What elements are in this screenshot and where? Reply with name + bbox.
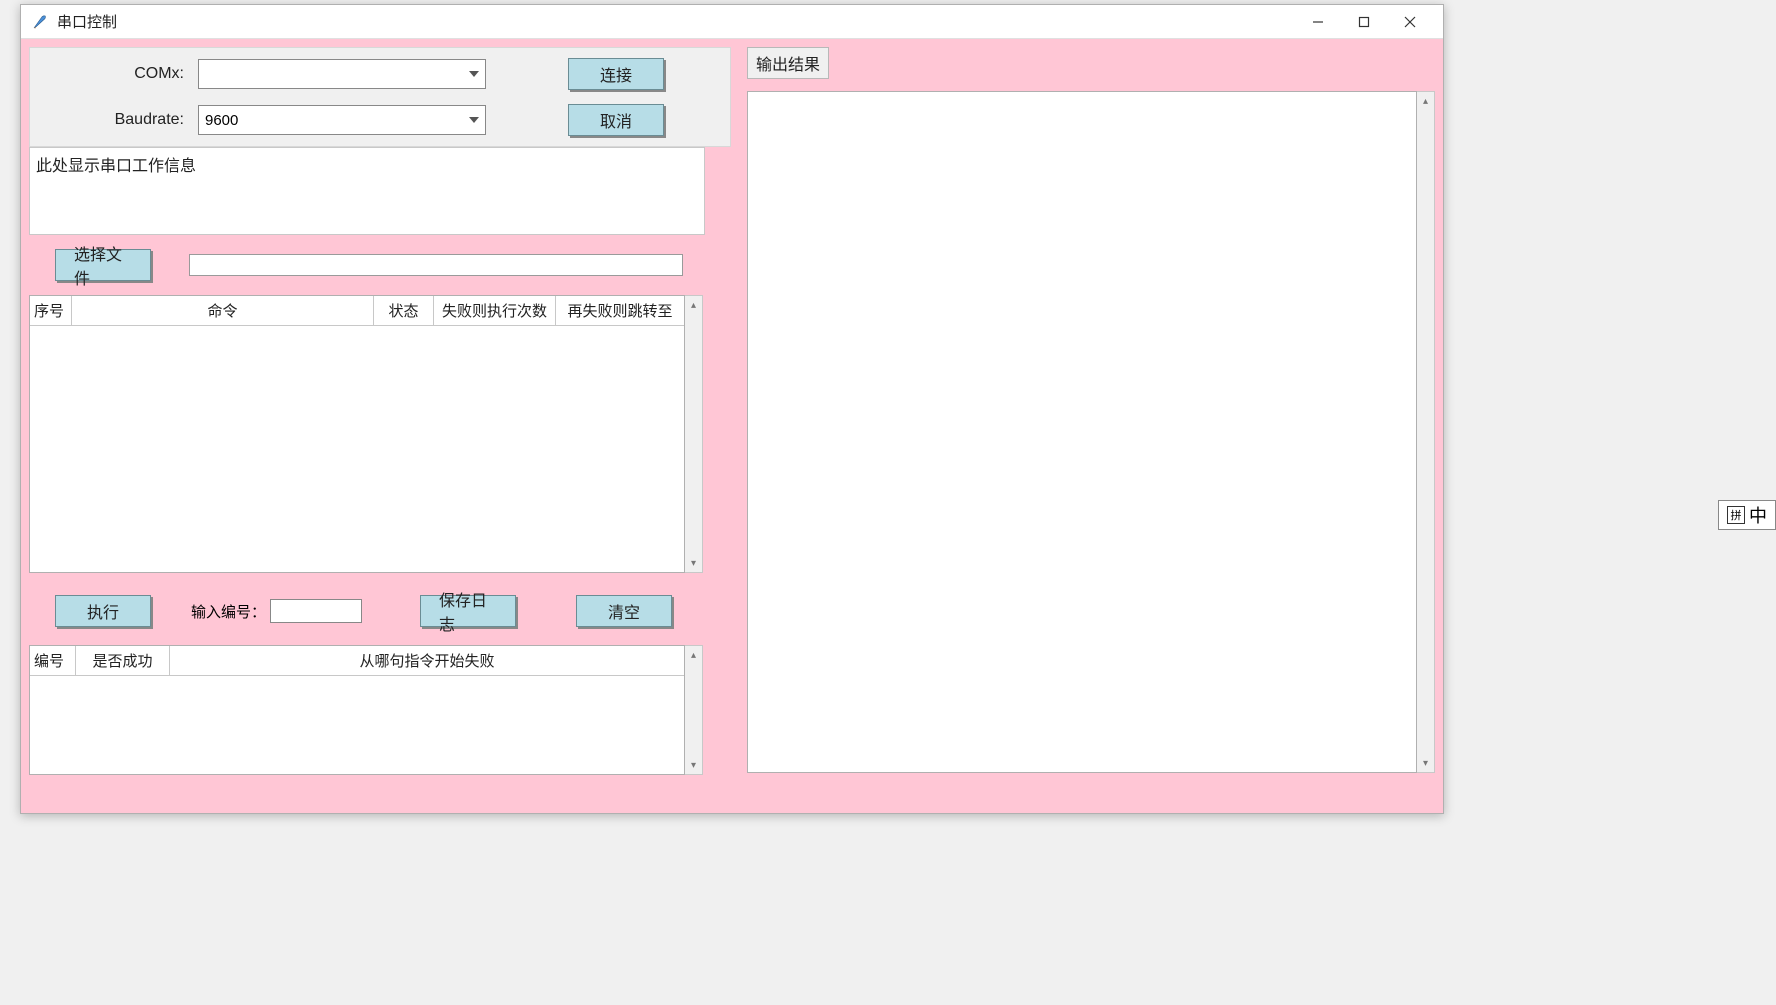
baud-label: Baudrate: (42, 111, 198, 129)
close-button[interactable] (1387, 7, 1433, 37)
ime-mode: 中 (1749, 502, 1767, 528)
th-seq[interactable]: 序号 (30, 296, 72, 325)
com-label: COMx: (42, 65, 198, 83)
save-log-button[interactable]: 保存日志 (420, 595, 516, 627)
input-num-label: 输入编号： (191, 601, 266, 622)
file-path-input[interactable] (189, 254, 683, 276)
com-combobox[interactable] (198, 59, 486, 89)
left-pane: COMx: 连接 Baudrate: 9600 (29, 47, 731, 775)
th-fail-retry[interactable]: 失败则执行次数 (434, 296, 556, 325)
baud-value: 9600 (205, 112, 238, 129)
result-table-scrollbar[interactable]: ▴ ▾ (685, 645, 703, 775)
connection-panel: COMx: 连接 Baudrate: 9600 (29, 47, 731, 147)
input-num-field[interactable] (270, 599, 362, 623)
minimize-button[interactable] (1295, 7, 1341, 37)
th-fail-from[interactable]: 从哪句指令开始失败 (170, 646, 684, 675)
result-table[interactable]: 编号 是否成功 从哪句指令开始失败 (29, 645, 685, 775)
th-success[interactable]: 是否成功 (76, 646, 170, 675)
connect-button[interactable]: 连接 (568, 58, 664, 90)
baud-combobox[interactable]: 9600 (198, 105, 486, 135)
scroll-up-icon[interactable]: ▴ (1417, 92, 1434, 110)
app-icon (31, 13, 49, 31)
scroll-up-icon[interactable]: ▴ (685, 646, 702, 664)
th-cmd[interactable]: 命令 (72, 296, 374, 325)
scroll-down-icon[interactable]: ▾ (685, 756, 702, 774)
ime-indicator[interactable]: 拼 中 (1718, 500, 1776, 530)
clear-button[interactable]: 清空 (576, 595, 672, 627)
serial-control-window: 串口控制 COMx: (20, 4, 1444, 814)
execute-button[interactable]: 执行 (55, 595, 151, 627)
th-status[interactable]: 状态 (374, 296, 434, 325)
right-pane: 输出结果 ▴ ▾ (747, 47, 1439, 773)
th-id[interactable]: 编号 (30, 646, 76, 675)
th-fail-jump[interactable]: 再失败则跳转至 (556, 296, 684, 325)
chevron-down-icon (469, 117, 479, 123)
choose-file-button[interactable]: 选择文件 (55, 249, 151, 281)
cancel-button[interactable]: 取消 (568, 104, 664, 136)
scroll-down-icon[interactable]: ▾ (685, 554, 702, 572)
command-table[interactable]: 序号 命令 状态 失败则执行次数 再失败则跳转至 (29, 295, 685, 573)
maximize-button[interactable] (1341, 7, 1387, 37)
command-table-scrollbar[interactable]: ▴ ▾ (685, 295, 703, 573)
chevron-down-icon (469, 71, 479, 77)
ime-pinyin-icon: 拼 (1727, 506, 1745, 524)
titlebar[interactable]: 串口控制 (21, 5, 1443, 39)
scroll-up-icon[interactable]: ▴ (685, 296, 702, 314)
window-title: 串口控制 (57, 11, 117, 32)
output-label: 输出结果 (747, 47, 829, 79)
serial-info-box[interactable]: 此处显示串口工作信息 (29, 147, 705, 235)
output-box[interactable] (747, 91, 1417, 773)
output-scrollbar[interactable]: ▴ ▾ (1417, 91, 1435, 773)
scroll-down-icon[interactable]: ▾ (1417, 754, 1434, 772)
